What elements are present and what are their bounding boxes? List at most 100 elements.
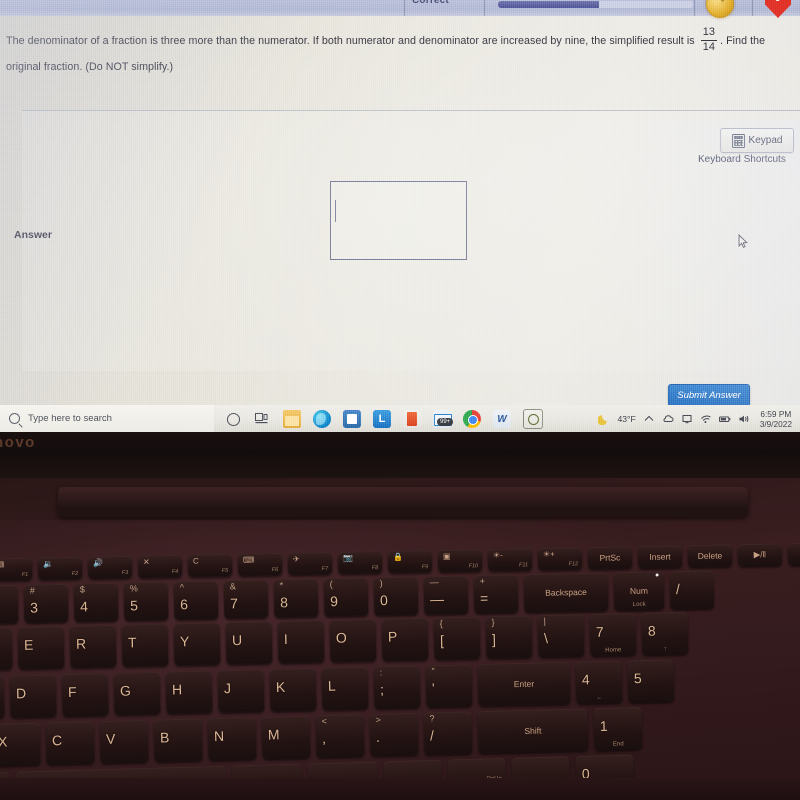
key-[interactable]: {[ bbox=[433, 616, 481, 660]
key-i[interactable]: I bbox=[277, 620, 325, 664]
key-1[interactable]: 1 End bbox=[593, 706, 643, 751]
task-view-icon[interactable] bbox=[255, 413, 268, 424]
key-b[interactable]: B bbox=[153, 718, 203, 762]
key-[interactable]: ⌨ F6 bbox=[237, 552, 283, 576]
key-[interactable]: ✈ F7 bbox=[287, 551, 333, 575]
key-[interactable]: 🔒 F9 bbox=[387, 550, 433, 573]
key-e[interactable]: E bbox=[17, 625, 65, 670]
key-9[interactable]: (9 bbox=[323, 577, 369, 617]
keypad-button[interactable]: Keypad bbox=[720, 128, 794, 153]
key-[interactable]: — — bbox=[423, 575, 469, 615]
key-backspace[interactable]: Backspace bbox=[523, 572, 609, 613]
key-4[interactable]: 4 ← bbox=[575, 660, 623, 704]
key-[interactable]: ☀- F11 bbox=[487, 548, 533, 571]
taskbar-icon-mail[interactable]: 99+ bbox=[433, 410, 454, 428]
key-[interactable]: >. bbox=[369, 712, 419, 757]
taskbar-icon-google-chrome[interactable] bbox=[463, 410, 481, 428]
key-h[interactable]: H bbox=[165, 670, 213, 714]
key-[interactable]: ❘◀◀ bbox=[787, 542, 800, 566]
key-[interactable]: <, bbox=[315, 714, 365, 758]
cortana-circle-icon[interactable] bbox=[227, 413, 240, 426]
key-[interactable]: ⌨ F1 bbox=[0, 557, 33, 581]
key-[interactable]: | \ bbox=[537, 614, 585, 658]
taskbar-icon-file-explorer[interactable] bbox=[283, 410, 301, 428]
key-c[interactable]: C F5 bbox=[187, 553, 233, 577]
key-primary-label: O bbox=[335, 629, 347, 646]
key-p[interactable]: P bbox=[381, 617, 429, 661]
key-shift-label: : bbox=[379, 667, 383, 678]
key-[interactable]: 🔊 F3 bbox=[87, 555, 133, 579]
key-w[interactable]: W bbox=[0, 627, 13, 671]
key-enter[interactable]: Enter bbox=[477, 661, 571, 707]
key-label: Num bbox=[629, 585, 649, 597]
key-k[interactable]: K bbox=[269, 668, 317, 712]
chevron-up-icon[interactable] bbox=[643, 413, 655, 425]
key-t[interactable]: T bbox=[121, 623, 169, 667]
key-8[interactable]: * 8 bbox=[273, 578, 319, 618]
key-r[interactable]: R bbox=[69, 624, 117, 668]
key-x[interactable]: X bbox=[0, 722, 41, 766]
key-shift[interactable]: Shift bbox=[477, 708, 589, 754]
key-c[interactable]: C bbox=[45, 721, 95, 765]
key-n[interactable]: N bbox=[207, 717, 257, 761]
search-input[interactable]: Type here to search bbox=[0, 405, 214, 432]
key-5[interactable]: 5 bbox=[627, 659, 675, 703]
taskbar-icon-checkmark-app[interactable] bbox=[523, 409, 543, 429]
keyboard-shortcuts-link[interactable]: Keyboard Shortcuts bbox=[698, 154, 786, 165]
key-shift-label: ( bbox=[329, 579, 333, 590]
taskbar-icon-microsoft-office[interactable] bbox=[403, 410, 421, 428]
key-y[interactable]: Y bbox=[173, 622, 221, 666]
key-3[interactable]: #3 bbox=[23, 583, 69, 623]
key-[interactable]: / bbox=[669, 570, 715, 610]
key-label: Insert bbox=[649, 551, 671, 562]
cloud-icon[interactable] bbox=[662, 413, 674, 425]
system-tray: 43°F 6:59 PM 3/9/2022 bbox=[598, 405, 796, 432]
key-[interactable]: ✕ F4 bbox=[137, 554, 183, 578]
taskbar-icon-microsoft-edge[interactable] bbox=[313, 410, 331, 428]
key-prtsc[interactable]: PrtSc bbox=[587, 546, 633, 570]
key-m[interactable]: M bbox=[261, 715, 311, 759]
key-0[interactable]: ) 0 bbox=[373, 576, 419, 616]
monitor-icon[interactable] bbox=[681, 413, 693, 425]
key-s[interactable]: S bbox=[0, 675, 5, 719]
key-[interactable]: 📷 F8 bbox=[337, 551, 383, 574]
key-2[interactable]: @2 bbox=[0, 584, 19, 624]
key-[interactable]: ☀+ F12 bbox=[537, 547, 583, 571]
weather-temperature[interactable]: 43°F bbox=[617, 414, 635, 424]
key-7[interactable]: & 7 bbox=[223, 579, 269, 619]
taskbar-icon-microsoft-store[interactable] bbox=[343, 410, 361, 428]
key-7[interactable]: 7 Home bbox=[589, 612, 637, 657]
key-num[interactable]: Num Lock bbox=[613, 571, 665, 611]
key-4[interactable]: $4 bbox=[73, 582, 119, 622]
battery-icon[interactable] bbox=[718, 413, 731, 425]
key-g[interactable]: G bbox=[113, 671, 161, 715]
taskbar-icon-microsoft-word[interactable]: W bbox=[493, 410, 511, 428]
key-delete[interactable]: Delete bbox=[687, 544, 733, 568]
key-d[interactable]: D bbox=[9, 674, 57, 718]
key-[interactable]: + = bbox=[473, 574, 519, 614]
clock[interactable]: 6:59 PM 3/9/2022 bbox=[760, 409, 792, 429]
key-[interactable]: ? / bbox=[423, 711, 473, 755]
key-f[interactable]: F bbox=[61, 673, 109, 717]
key-l[interactable]: L bbox=[321, 666, 369, 710]
wifi-icon[interactable] bbox=[700, 413, 712, 425]
key-[interactable]: " ' bbox=[425, 664, 473, 708]
key-6[interactable]: ^ 6 bbox=[173, 580, 219, 620]
key-[interactable]: 🔉 F2 bbox=[37, 556, 83, 580]
key-v[interactable]: V bbox=[99, 719, 149, 764]
speaker-icon[interactable] bbox=[738, 413, 750, 425]
key-o[interactable]: O bbox=[329, 618, 377, 662]
submit-answer-button[interactable]: Submit Answer bbox=[668, 384, 750, 407]
key-insert[interactable]: Insert bbox=[637, 545, 683, 569]
key-secondary-label: ← bbox=[596, 695, 603, 702]
key-5[interactable]: % 5 bbox=[123, 581, 169, 621]
key-8[interactable]: 8 ↑ bbox=[641, 611, 689, 655]
key-j[interactable]: J bbox=[217, 669, 265, 713]
key-[interactable]: ▣ F10 bbox=[437, 549, 483, 572]
key-[interactable]: ▶/‖ bbox=[737, 543, 783, 567]
key-[interactable]: :; bbox=[373, 665, 421, 709]
answer-input[interactable] bbox=[330, 181, 467, 260]
taskbar-icon-lenovo-vantage[interactable]: L bbox=[373, 410, 391, 428]
key-u[interactable]: U bbox=[225, 621, 273, 665]
key-[interactable]: }] bbox=[485, 615, 533, 659]
